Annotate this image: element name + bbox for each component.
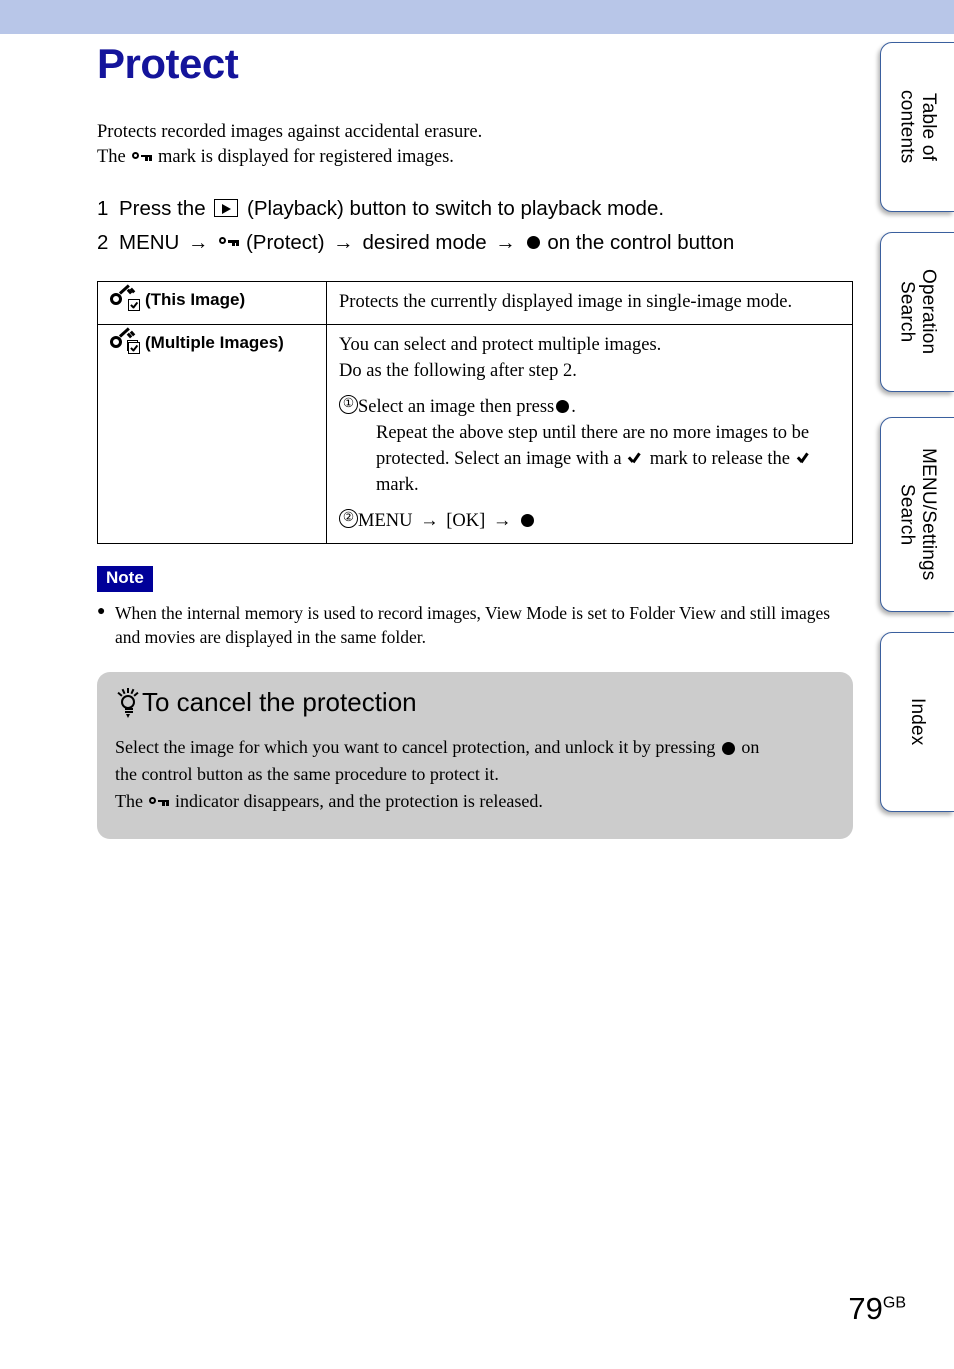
step-2-body: MENU → (Protect) → desired mode → on the… xyxy=(119,231,734,255)
tip-box: To cancel the protection Select the imag… xyxy=(97,672,853,840)
sidebar-item-table-of-contents[interactable]: Table of contents xyxy=(880,42,954,212)
sidebar-item-menu-settings-search[interactable]: MENU/Settings Search xyxy=(880,417,954,612)
tip-line-2: the control button as the same procedure… xyxy=(115,764,499,785)
sidebar-item-label: Operation Search xyxy=(896,269,939,355)
page-number: 79GB xyxy=(848,1291,906,1327)
step-1-number: 1 xyxy=(97,196,109,220)
tip-line-3: The indicator disappears, and the protec… xyxy=(115,788,833,815)
substep-1-detail-b2: mark to release the xyxy=(649,449,791,470)
desc-line: You can select and protect multiple imag… xyxy=(339,335,662,356)
substep-1: ① Select an image then press. Repeat the… xyxy=(339,394,842,499)
substep-1-detail-a: Repeat the above step until there are no… xyxy=(376,422,810,443)
desc-line: Protects the currently displayed image i… xyxy=(339,291,793,312)
mode-cell-this-image: (This Image) xyxy=(97,280,327,326)
sidebar-item-label: Table of contents xyxy=(896,90,939,164)
mode-cell-multiple-images: (Multiple Images) xyxy=(97,324,327,544)
table-row: (Multiple Images) You can select and pro… xyxy=(97,324,853,544)
page-content: Protect Protects recorded images against… xyxy=(97,40,857,840)
step-2-protect: (Protect) xyxy=(245,230,325,254)
key-icon xyxy=(132,151,152,163)
step-1-after: (Playback) button to switch to playback … xyxy=(247,196,665,220)
step-2-menu: MENU xyxy=(119,230,180,254)
sidebar-item-operation-search[interactable]: Operation Search xyxy=(880,232,954,392)
note-list: ● When the internal memory is used to re… xyxy=(97,601,857,651)
desc-line: Do as the following after step 2. xyxy=(339,361,577,382)
desc-cell-multiple-images: You can select and protect multiple imag… xyxy=(326,324,853,544)
tip-line-1: Select the image for which you want to c… xyxy=(115,734,833,761)
note-badge: Note xyxy=(97,565,153,592)
page-number-suffix: GB xyxy=(882,1294,906,1312)
page-title: Protect xyxy=(97,40,239,87)
key-single-checkbox-icon xyxy=(110,284,140,311)
key-icon xyxy=(219,236,239,248)
arrow-icon: → xyxy=(420,510,439,531)
sidebar-item-index[interactable]: Index xyxy=(880,632,954,812)
center-button-icon xyxy=(556,399,570,413)
substep-1-text-before: Select an image then press xyxy=(358,396,555,417)
steps-list: 1 Press the (Playback) button to switch … xyxy=(97,197,857,255)
sidebar-item-label: MENU/Settings Search xyxy=(896,448,939,581)
substep-2-menu: MENU xyxy=(358,510,413,531)
step-1-body: Press the (Playback) button to switch to… xyxy=(119,197,664,221)
intro-paragraph: Protects recorded images against acciden… xyxy=(97,120,857,171)
circled-number-1: ① xyxy=(339,394,358,414)
step-2-control-button: on the control button xyxy=(547,230,735,254)
tip-heading: To cancel the protection xyxy=(115,687,833,718)
sidebar-item-label: Index xyxy=(907,698,929,746)
arrow-icon: → xyxy=(495,230,516,254)
step-1-before: Press the xyxy=(119,196,206,220)
step-2: 2 MENU → (Protect) → desired mode → on t… xyxy=(97,231,857,255)
mode-label: (Multiple Images) xyxy=(145,333,284,353)
circled-number-2: ② xyxy=(339,508,358,528)
tip-line-3-after: indicator disappears, and the protection… xyxy=(174,791,543,812)
tip-line-3-before: The xyxy=(115,791,143,812)
step-2-desired-mode: desired mode xyxy=(362,230,487,254)
substep-1-text-after: . xyxy=(571,396,576,417)
substep-1-detail-b1: protected. Select an image with a xyxy=(376,449,622,470)
desc-cell-this-image: Protects the currently displayed image i… xyxy=(326,280,853,326)
tip-line-1-before: Select the image for which you want to c… xyxy=(115,737,716,758)
substep-1-detail: Repeat the above step until there are no… xyxy=(376,420,842,499)
substep-2: ② MENU → [OK] → xyxy=(339,508,842,534)
arrow-icon: → xyxy=(188,230,209,254)
intro-line-2: The mark is displayed for registered ima… xyxy=(97,145,857,170)
intro-line-1: Protects recorded images against acciden… xyxy=(97,122,483,143)
arrow-icon: → xyxy=(333,230,354,254)
center-button-icon xyxy=(721,741,735,755)
intro-line-2-after: mark is displayed for registered images. xyxy=(158,147,454,168)
page-number-value: 79 xyxy=(848,1291,883,1326)
note-section: Note ● When the internal memory is used … xyxy=(97,565,857,651)
center-button-icon xyxy=(521,513,535,527)
lightbulb-icon xyxy=(115,687,141,718)
check-mark-icon xyxy=(797,450,812,465)
note-item: ● When the internal memory is used to re… xyxy=(97,601,857,651)
tip-heading-text: To cancel the protection xyxy=(142,687,417,718)
intro-line-2-before: The xyxy=(97,147,126,168)
top-banner xyxy=(0,0,954,34)
bullet-icon: ● xyxy=(97,603,106,619)
key-multiple-checkbox-icon xyxy=(110,327,140,355)
table-row: (This Image) Protects the currently disp… xyxy=(97,280,853,326)
tip-line-1-after: on xyxy=(741,737,760,758)
protect-mode-table: (This Image) Protects the currently disp… xyxy=(97,280,853,544)
substep-1-detail-b: protected. Select an image with a mark t… xyxy=(376,446,842,472)
mode-label: (This Image) xyxy=(145,289,246,309)
step-2-number: 2 xyxy=(97,230,109,254)
substep-2-ok: [OK] xyxy=(446,510,486,531)
check-mark-icon xyxy=(628,450,643,465)
playback-button-icon xyxy=(214,199,239,218)
key-icon xyxy=(149,796,169,808)
arrow-icon: → xyxy=(492,510,512,531)
step-1: 1 Press the (Playback) button to switch … xyxy=(97,197,857,221)
center-button-icon xyxy=(526,235,540,249)
tip-body: Select the image for which you want to c… xyxy=(115,734,833,815)
substep-1-detail-c: mark. xyxy=(376,475,419,496)
note-text: When the internal memory is used to reco… xyxy=(115,602,831,648)
